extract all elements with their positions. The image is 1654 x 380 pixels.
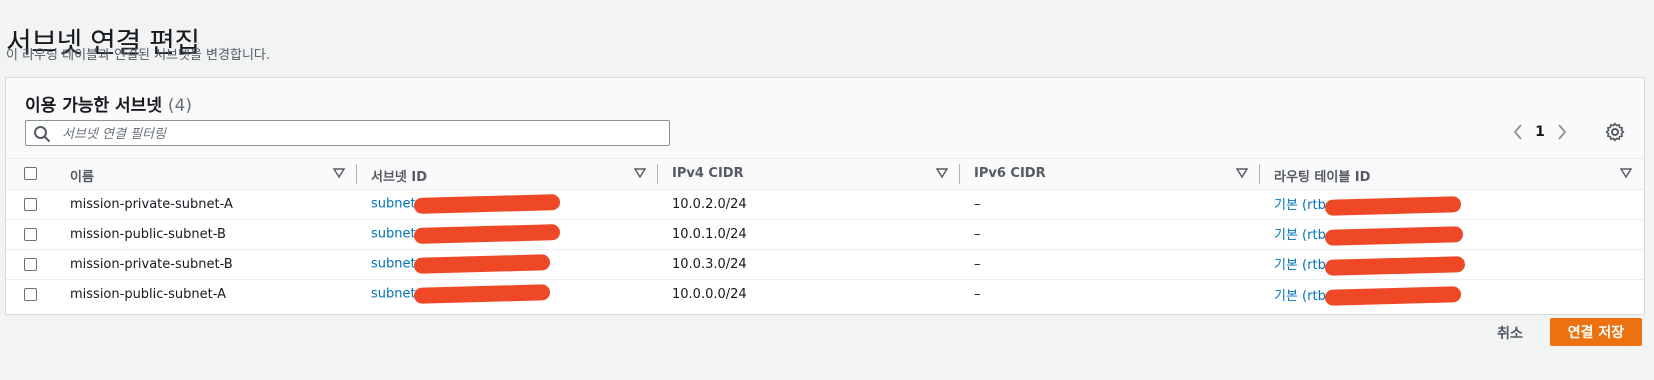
panel-header: 이용 가능한 서브넷 (4) 1 [6,78,1644,159]
route-table-cell: 기본 (rtb- [1260,219,1644,250]
ipv4-cidr: 10.0.2.0/24 [658,189,960,220]
subnet-id-cell: subnet- [357,279,658,309]
redaction-mark [1324,225,1463,246]
search-input[interactable] [60,121,664,147]
sort-icon[interactable] [1620,167,1632,179]
sort-icon[interactable] [333,167,345,179]
column-header-ipv4-cidr[interactable]: IPv4 CIDR [658,159,960,190]
subnet-id-link[interactable]: subnet- [371,227,420,242]
redaction-mark [414,254,551,274]
redaction-mark [414,284,551,305]
chevron-right-icon[interactable] [1550,118,1574,146]
chevron-left-icon[interactable] [1506,118,1530,146]
route-table-cell: 기본 (rtb- [1260,189,1644,220]
route-table-link[interactable]: 기본 (rtb- [1274,289,1331,304]
column-header-route-table-id[interactable]: 라우팅 테이블 ID [1260,159,1644,190]
redaction-mark [414,224,561,244]
search-icon [34,126,50,142]
ipv4-cidr: 10.0.3.0/24 [658,249,960,280]
route-table-link[interactable]: 기본 (rtb- [1274,198,1331,213]
subnet-id-cell: subnet- [357,219,658,250]
subnet-id-link[interactable]: subnet- [371,257,420,272]
ipv4-cidr: 10.0.1.0/24 [658,219,960,250]
panel-count: (4) [167,96,192,116]
cancel-button[interactable]: 취소 [1480,318,1540,348]
redaction-mark [1324,286,1461,306]
save-associations-button[interactable]: 연결 저장 [1550,318,1642,346]
route-table-link[interactable]: 기본 (rtb- [1274,228,1331,243]
column-header-ipv6-cidr[interactable]: IPv6 CIDR [960,159,1260,190]
gear-icon[interactable] [1601,118,1629,146]
sort-icon[interactable] [936,167,948,179]
redaction-mark [1324,255,1465,276]
sort-icon[interactable] [634,167,646,179]
subnets-table: 이름 서브넷 ID IPv4 CIDR IPv6 CIDR 라우팅 테이블 ID… [6,159,1644,309]
pagination: 1 [1506,118,1574,146]
panel-title: 이용 가능한 서브넷 (4) [25,91,192,116]
subnet-id-cell: subnet- [357,189,658,220]
column-header-subnet-id[interactable]: 서브넷 ID [357,159,658,190]
row-checkbox[interactable] [24,287,37,301]
page-number[interactable]: 1 [1530,124,1550,140]
subnets-panel: 이용 가능한 서브넷 (4) 1 [5,77,1645,315]
row-checkbox[interactable] [24,197,37,211]
search-box[interactable] [25,120,670,147]
route-table-link[interactable]: 기본 (rtb- [1274,258,1331,273]
table-row[interactable]: mission-public-subnet-A subnet- 10.0.0.0… [6,279,1644,309]
subnet-name: mission-private-subnet-B [56,249,357,280]
subnet-id-cell: subnet- [357,249,658,280]
redaction-mark [414,194,561,214]
ipv4-cidr: 10.0.0.0/24 [672,286,747,302]
redaction-mark [1324,195,1461,216]
route-table-cell: 기본 (rtb- [1260,249,1644,280]
ipv6-cidr: – [974,286,981,302]
row-checkbox[interactable] [24,227,37,241]
subnet-name: mission-private-subnet-A [56,189,357,220]
subnet-name: mission-public-subnet-A [70,286,227,302]
ipv6-cidr: – [960,219,1260,250]
ipv6-cidr: – [960,189,1260,220]
ipv6-cidr: – [960,249,1260,280]
table-header-row: 이름 서브넷 ID IPv4 CIDR IPv6 CIDR 라우팅 테이블 ID [6,159,1644,190]
subnet-id-link[interactable]: subnet- [371,197,420,212]
select-all-checkbox[interactable] [24,167,37,181]
table-row[interactable]: mission-public-subnet-B subnet- 10.0.1.0… [6,219,1644,250]
panel-title-text: 이용 가능한 서브넷 [25,96,162,116]
subnet-name: mission-public-subnet-B [56,219,357,250]
table-row[interactable]: mission-private-subnet-A subnet- 10.0.2.… [6,189,1644,220]
page-description: 이 라우팅 테이블과 연결된 서브넷을 변경합니다. [6,48,270,63]
row-checkbox[interactable] [24,257,37,271]
column-header-name[interactable]: 이름 [56,159,357,190]
subnet-id-link[interactable]: subnet- [371,287,420,302]
table-row[interactable]: mission-private-subnet-B subnet- 10.0.3.… [6,249,1644,280]
select-all-cell [6,159,56,190]
route-table-cell: 기본 (rtb- [1260,279,1644,309]
sort-icon[interactable] [1236,167,1248,179]
